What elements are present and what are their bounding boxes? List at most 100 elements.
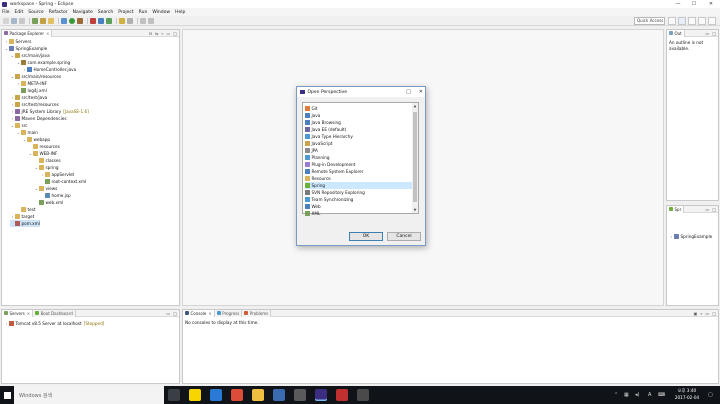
eclipse-icon[interactable] <box>315 389 327 401</box>
file-explorer-icon[interactable] <box>252 389 264 401</box>
tab-progress[interactable]: Progress <box>214 309 243 317</box>
build-icon[interactable] <box>40 17 46 24</box>
tree-item[interactable]: ⌄ views <box>34 185 57 192</box>
maximize-view-icon[interactable]: □ <box>712 31 716 36</box>
tree-item[interactable]: ⌄ spring <box>34 164 59 171</box>
menu-project[interactable]: Project <box>118 10 133 15</box>
tree-item[interactable]: resources <box>28 143 60 150</box>
perspective-item[interactable]: Resource <box>305 175 413 182</box>
new-class-icon[interactable] <box>106 17 112 24</box>
debug-icon[interactable] <box>61 17 67 24</box>
perspective-item[interactable]: Spring <box>305 182 413 189</box>
debug-perspective-icon[interactable] <box>708 17 716 25</box>
menu-source[interactable]: Source <box>28 10 43 15</box>
tree-item[interactable]: test <box>16 206 36 213</box>
perspective-item[interactable]: Planning <box>305 154 413 161</box>
keyboard-icon[interactable]: ⌨ <box>658 392 665 398</box>
kakaotalk-icon[interactable] <box>189 389 201 401</box>
forward-icon[interactable] <box>148 17 154 24</box>
tray-chevron-icon[interactable]: ⌃ <box>614 392 618 398</box>
edge-icon[interactable] <box>210 389 222 401</box>
tree-item[interactable]: web.xml <box>34 199 63 206</box>
perspective-item[interactable]: Java Type Hierarchy <box>305 133 413 140</box>
taskbar-search[interactable]: Windows 검색 <box>14 386 164 404</box>
app-icon[interactable] <box>294 389 306 401</box>
minimize-button[interactable]: — <box>670 0 686 8</box>
maximize-view-icon[interactable]: □ <box>712 207 716 212</box>
tree-item[interactable]: ⌄ webapp <box>22 136 50 143</box>
perspective-item[interactable]: JavaScript <box>305 140 413 147</box>
chrome-icon[interactable] <box>231 389 243 401</box>
folder-icon[interactable] <box>48 17 54 24</box>
perspective-list-scrollbar[interactable]: ▲ ▼ <box>412 103 418 213</box>
new-java-project-icon[interactable] <box>90 17 96 24</box>
link-editor-icon[interactable]: ⇆ <box>155 31 158 36</box>
display-console-icon[interactable]: ▣ <box>694 311 698 316</box>
tab-problems[interactable]: Problems <box>242 309 272 317</box>
perspective-item[interactable]: Plug-in Development <box>305 161 413 168</box>
close-dialog-button[interactable]: ✕ <box>419 89 423 95</box>
save-icon[interactable] <box>11 17 17 24</box>
minimize-view-icon[interactable]: ▭ <box>705 31 709 36</box>
tree-item[interactable]: › Servers <box>4 38 32 45</box>
volume-icon[interactable]: ◂) <box>635 392 639 398</box>
tree-item[interactable]: ⌄ main <box>16 129 38 136</box>
store-icon[interactable] <box>273 389 285 401</box>
menu-help[interactable]: Help <box>175 10 185 15</box>
server-icon[interactable] <box>32 17 38 24</box>
tree-item[interactable]: classes <box>34 157 61 164</box>
scroll-up-icon[interactable]: ▲ <box>412 104 418 108</box>
close-tab-icon[interactable]: ✕ <box>46 31 49 36</box>
tree-item[interactable]: › Maven Dependencies <box>10 115 67 122</box>
collapse-all-icon[interactable]: ⊟ <box>149 31 152 36</box>
spring-explorer-item[interactable]: › SpringExample <box>669 233 712 240</box>
action-center-icon[interactable]: ▢ <box>708 392 713 398</box>
menu-run[interactable]: Run <box>139 10 148 15</box>
tree-item[interactable]: › target <box>10 213 35 220</box>
perspective-item[interactable]: SVN Repository Exploring <box>305 189 413 196</box>
app-icon-2[interactable] <box>357 389 369 401</box>
view-menu-icon[interactable]: ▿ <box>700 311 702 316</box>
menu-refactor[interactable]: Refactor <box>49 10 68 15</box>
new-icon[interactable] <box>3 17 9 24</box>
taskbar-clock[interactable]: 오후 3:40 2017-02-04 <box>671 388 703 401</box>
close-tab-icon[interactable]: ✕ <box>208 311 211 316</box>
tree-item[interactable]: log4j.xml <box>16 87 47 94</box>
menu-window[interactable]: Window <box>152 10 170 15</box>
back-icon[interactable] <box>140 17 146 24</box>
tree-item[interactable]: ⌄ WEB-INF <box>28 150 58 157</box>
tab-outline[interactable]: Out <box>667 29 685 37</box>
tree-item[interactable]: › appServlet <box>40 171 74 178</box>
perspective-item[interactable]: Java Browsing <box>305 119 413 126</box>
tree-item[interactable]: root-context.xml <box>40 178 86 185</box>
java-perspective-icon[interactable] <box>688 17 696 25</box>
perspective-item[interactable]: Remote System Explorer <box>305 168 413 175</box>
external-tools-icon[interactable] <box>77 17 83 24</box>
menu-file[interactable]: File <box>2 10 10 15</box>
close-button[interactable]: ✕ <box>702 0 720 8</box>
spring-perspective-icon[interactable] <box>698 17 706 25</box>
ime-icon[interactable]: A <box>648 392 651 398</box>
scrollbar-thumb[interactable] <box>413 112 417 202</box>
open-type-icon[interactable] <box>119 17 125 24</box>
minimize-view-icon[interactable]: ▭ <box>705 311 709 316</box>
tree-item[interactable]: pom.xml <box>10 220 40 227</box>
perspective-item[interactable]: Java <box>305 112 413 119</box>
tree-item[interactable]: ⌄ com.example.spring <box>16 59 70 66</box>
perspective-item[interactable]: JPA <box>305 147 413 154</box>
print-icon[interactable] <box>19 17 25 24</box>
tree-item[interactable]: › src/test/java <box>10 94 48 101</box>
maximize-view-icon[interactable]: □ <box>173 311 177 316</box>
perspective-list[interactable]: Git Java Java Browsing Java EE (default) Jav… <box>302 102 419 216</box>
minimize-view-icon[interactable]: ▭ <box>166 311 170 316</box>
view-menu-icon[interactable]: ▿ <box>161 31 163 36</box>
tree-item[interactable]: ⌄ src/main/resources <box>10 73 61 80</box>
maximize-button[interactable]: ☐ <box>686 0 702 8</box>
search-icon[interactable] <box>127 17 133 24</box>
menu-navigate[interactable]: Navigate <box>73 10 93 15</box>
new-package-icon[interactable] <box>98 17 104 24</box>
tree-item[interactable]: › META-INF <box>16 80 47 87</box>
tab-boot-dashboard[interactable]: Boot Dashboard <box>33 309 76 317</box>
task-view-icon[interactable] <box>168 389 180 401</box>
network-icon[interactable]: ▦ <box>624 392 629 398</box>
